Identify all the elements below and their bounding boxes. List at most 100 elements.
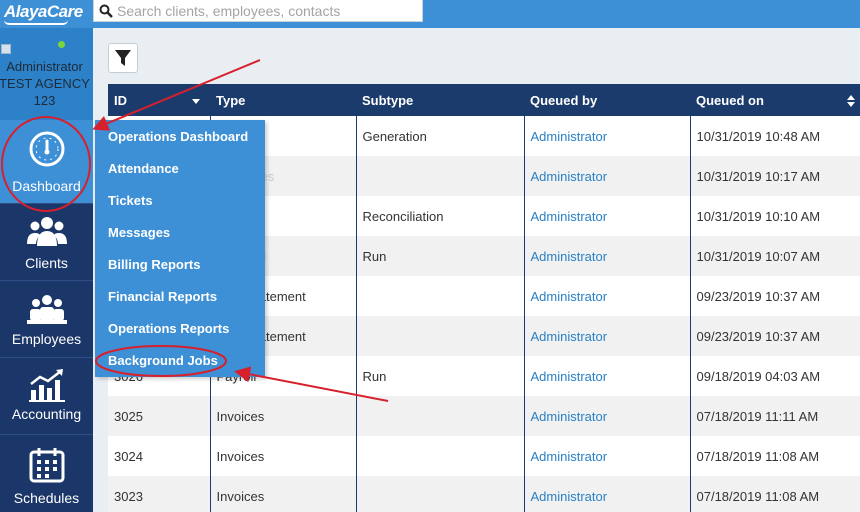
sort-icon — [847, 95, 855, 107]
cell-subtype: Run — [355, 356, 524, 396]
cell-id-text: 3025 — [114, 408, 143, 424]
menu-item-background-jobs[interactable]: Background Jobs — [108, 353, 218, 368]
queued-by-link[interactable]: Administrator — [531, 489, 608, 504]
table-header-row: ID Type Subtype Queued by Queued on — [108, 84, 860, 116]
top-bar: AlayaCare — [0, 0, 860, 28]
chart-icon — [28, 369, 65, 402]
search-box[interactable] — [93, 0, 423, 22]
cell-id: 3025 — [108, 396, 210, 436]
queued-by-link[interactable]: Administrator — [531, 409, 608, 424]
user-profile[interactable]: Administrator TEST AGENCY 123 — [0, 28, 93, 120]
queued-by-link[interactable]: Administrator — [531, 169, 608, 184]
cell-type-text: Invoices — [216, 488, 265, 504]
cell-id: 3023 — [108, 476, 210, 512]
cell-queued-on-text: 10/31/2019 10:17 AM — [696, 168, 821, 184]
cell-type-text: Invoices — [216, 448, 265, 464]
profile-name: Administrator — [6, 59, 83, 74]
cell-subtype-text: Generation — [362, 128, 427, 144]
cell-id-text: 3023 — [114, 488, 143, 504]
queued-by-link[interactable]: Administrator — [531, 129, 608, 144]
queued-by-link[interactable]: Administrator — [531, 249, 608, 264]
sidebar-item-label: Schedules — [13, 490, 80, 506]
queued-by-link[interactable]: Administrator — [531, 329, 608, 344]
cell-queued-on: 10/31/2019 10:48 AM — [689, 116, 860, 156]
cell-queued-by: Administrator — [523, 116, 690, 156]
cell-queued-on: 09/23/2019 10:37 AM — [689, 276, 860, 316]
cell-queued-on: 09/23/2019 10:37 AM — [689, 316, 860, 356]
cell-subtype — [355, 396, 524, 436]
cell-queued-on-text: 07/18/2019 11:08 AM — [696, 448, 820, 464]
cell-queued-on-text: 09/18/2019 04:03 AM — [696, 368, 821, 384]
cell-queued-by: Administrator — [523, 316, 690, 356]
sidebar-item-label: Dashboard — [12, 178, 81, 194]
sidebar-item-accounting[interactable]: Accounting — [0, 358, 93, 435]
column-header-queued-by[interactable]: Queued by — [524, 84, 690, 116]
sidebar-item-dashboard[interactable]: Dashboard — [0, 120, 93, 204]
cell-type: Invoices — [209, 396, 356, 436]
sidebar-item-schedules[interactable]: Schedules — [0, 435, 93, 512]
cell-queued-by: Administrator — [523, 196, 690, 236]
cell-queued-on-text: 09/23/2019 10:37 AM — [696, 288, 821, 304]
cell-id-text: 3024 — [114, 448, 143, 464]
cell-subtype-text: Run — [362, 248, 387, 264]
table-row[interactable]: 3025 Invoices Administrator 07/18/2019 11:1… — [108, 396, 860, 436]
cell-subtype — [355, 436, 524, 476]
cell-subtype — [355, 156, 524, 196]
cell-queued-by: Administrator — [523, 276, 690, 316]
avatar — [1, 44, 11, 54]
menu-item-attendance[interactable]: Attendance — [108, 161, 179, 176]
sidebar-item-label: Employees — [11, 331, 82, 347]
sidebar-item-clients[interactable]: Clients — [0, 204, 93, 281]
cell-subtype-text: Run — [362, 368, 387, 384]
menu-item-messages[interactable]: Messages — [108, 225, 170, 240]
cell-queued-by: Administrator — [523, 156, 690, 196]
cell-queued-by: Administrator — [523, 476, 690, 512]
app-logo[interactable]: AlayaCare — [4, 2, 83, 22]
cell-queued-on: 07/18/2019 11:08 AM — [689, 476, 860, 512]
sidebar: Administrator TEST AGENCY 123 Dashboard … — [0, 28, 93, 512]
cell-queued-on: 09/18/2019 04:03 AM — [689, 356, 860, 396]
queued-by-link[interactable]: Administrator — [531, 369, 608, 384]
sidebar-item-label: Clients — [25, 255, 68, 271]
filter-button[interactable] — [108, 43, 138, 73]
menu-item-operations-dashboard[interactable]: Operations Dashboard — [108, 129, 248, 144]
cell-queued-on: 10/31/2019 10:10 AM — [689, 196, 860, 236]
gauge-icon — [29, 131, 64, 167]
table-row[interactable]: 3024 Invoices Administrator 07/18/2019 11:0… — [108, 436, 860, 476]
sort-desc-icon — [192, 99, 200, 104]
cell-subtype — [355, 476, 524, 512]
queued-by-link[interactable]: Administrator — [531, 289, 608, 304]
cell-subtype: Run — [355, 236, 524, 276]
cell-queued-on-text: 10/31/2019 10:07 AM — [696, 248, 821, 264]
menu-item-operations-reports[interactable]: Operations Reports — [108, 321, 229, 336]
sidebar-item-employees[interactable]: Employees — [0, 281, 93, 358]
cell-subtype — [355, 276, 524, 316]
column-header-id[interactable]: ID — [108, 84, 210, 116]
cell-queued-on: 07/18/2019 11:11 AM — [689, 396, 860, 436]
column-header-subtype[interactable]: Subtype — [356, 84, 524, 116]
dashboard-dropdown-menu: Operations Dashboard Attendance Tickets … — [95, 120, 265, 377]
column-header-queued-on[interactable]: Queued on — [690, 84, 860, 116]
queued-by-link[interactable]: Administrator — [531, 209, 608, 224]
search-icon — [99, 4, 113, 18]
profile-agency-id: 123 — [33, 93, 56, 108]
filter-icon — [115, 50, 131, 66]
cell-queued-on-text: 07/18/2019 11:08 AM — [696, 488, 820, 504]
cell-subtype: Generation — [355, 116, 524, 156]
profile-agency: TEST AGENCY — [0, 76, 90, 91]
table-row[interactable]: 3023 Invoices Administrator 07/18/2019 11:0… — [108, 476, 860, 512]
column-header-type[interactable]: Type — [210, 84, 356, 116]
menu-item-billing-reports[interactable]: Billing Reports — [108, 257, 200, 272]
cell-queued-on: 07/18/2019 11:08 AM — [689, 436, 860, 476]
cell-queued-on-text: 07/18/2019 11:11 AM — [696, 408, 819, 424]
menu-item-tickets[interactable]: Tickets — [108, 193, 153, 208]
menu-item-financial-reports[interactable]: Financial Reports — [108, 289, 217, 304]
cell-queued-on-text: 10/31/2019 10:48 AM — [696, 128, 821, 144]
cell-queued-on: 10/31/2019 10:17 AM — [689, 156, 860, 196]
cell-subtype — [355, 316, 524, 356]
queued-by-link[interactable]: Administrator — [531, 449, 608, 464]
employees-icon — [26, 295, 67, 324]
users-icon — [26, 217, 67, 246]
cell-queued-by: Administrator — [523, 436, 690, 476]
search-input[interactable] — [117, 2, 417, 19]
